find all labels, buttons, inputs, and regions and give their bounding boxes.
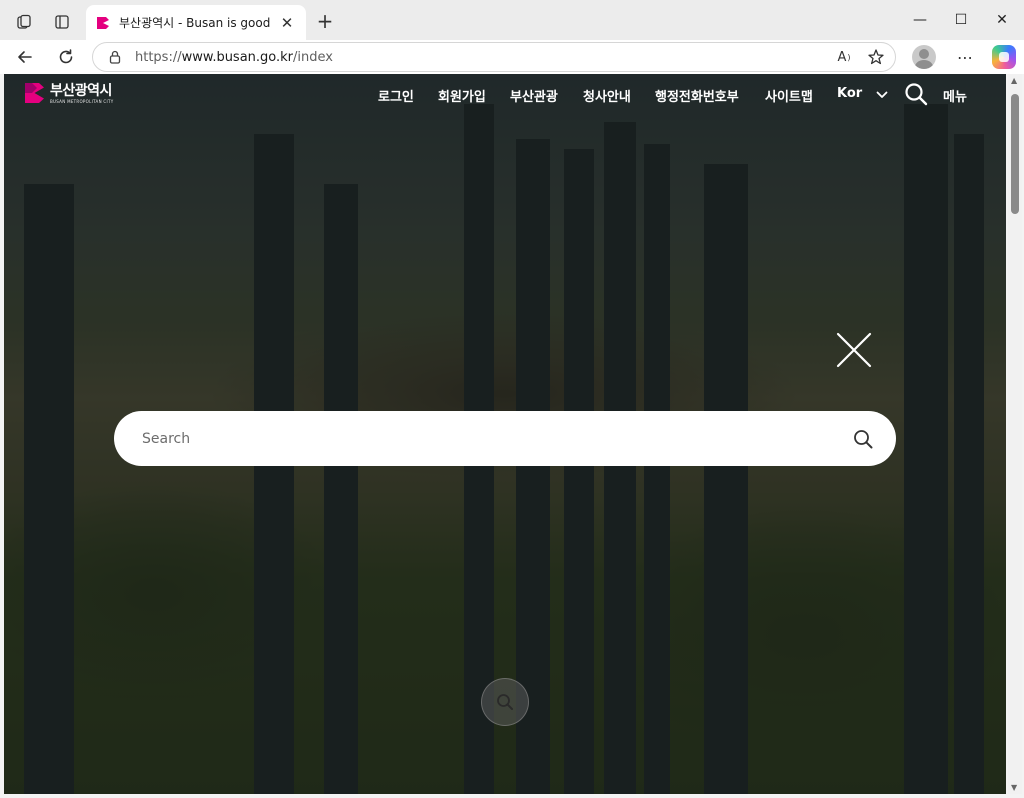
browser-tab-strip: 부산광역시 - Busan is good ✕ + — ☐ ✕ [0, 0, 1024, 40]
floating-search-button[interactable] [481, 678, 529, 726]
chevron-down-icon[interactable] [875, 88, 889, 102]
refresh-icon[interactable] [52, 43, 80, 71]
search-icon[interactable] [904, 82, 928, 106]
workspaces-icon[interactable] [10, 8, 38, 36]
maximize-button[interactable]: ☐ [941, 6, 981, 34]
browser-tab-active[interactable]: 부산광역시 - Busan is good ✕ [86, 5, 306, 40]
language-select[interactable]: Kor [837, 86, 862, 101]
page-viewport: 부산광역시 BUSAN METROPOLITAN CITY 로그인 회원가입 부… [4, 74, 1006, 794]
lock-icon[interactable] [107, 49, 123, 65]
profile-avatar-icon[interactable] [912, 45, 936, 69]
search-icon [497, 694, 513, 710]
search-input[interactable] [142, 430, 852, 447]
scroll-up-icon[interactable]: ▲ [1011, 76, 1017, 85]
search-submit-icon[interactable] [852, 428, 874, 450]
tab-actions-icon[interactable] [48, 8, 76, 36]
logo-name-ko: 부산광역시 [50, 82, 112, 99]
scrollbar-thumb[interactable] [1011, 94, 1019, 214]
nav-busan-tourism[interactable]: 부산관광 [510, 86, 558, 105]
url-text[interactable]: https://www.busan.go.kr/index [135, 50, 831, 65]
address-bar[interactable]: https://www.busan.go.kr/index A) [92, 42, 896, 72]
minimize-button[interactable]: — [900, 6, 940, 34]
more-options-icon[interactable]: ⋯ [951, 43, 979, 71]
new-tab-button[interactable]: + [312, 8, 338, 34]
search-bar [114, 411, 896, 466]
tab-title: 부산광역시 - Busan is good [119, 16, 271, 30]
read-aloud-icon[interactable]: A) [831, 44, 857, 70]
close-icon[interactable] [836, 332, 872, 368]
site-logo[interactable]: 부산광역시 BUSAN METROPOLITAN CITY [24, 82, 114, 104]
browser-toolbar: https://www.busan.go.kr/index A) ⋯ [0, 40, 1024, 74]
favorite-star-icon[interactable] [863, 44, 889, 70]
nav-sitemap[interactable]: 사이트맵 [765, 86, 813, 105]
busan-logo-icon [25, 83, 44, 103]
logo-name-en: BUSAN METROPOLITAN CITY [50, 98, 114, 104]
busan-logo-icon [97, 16, 109, 29]
scroll-down-icon[interactable]: ▼ [1011, 783, 1017, 792]
tab-close-icon[interactable]: ✕ [278, 14, 296, 32]
window-close-button[interactable]: ✕ [982, 6, 1022, 34]
page-scrollbar[interactable]: ▲ ▼ [1008, 74, 1022, 794]
menu-button[interactable]: 메뉴 [943, 86, 967, 105]
nav-signup[interactable]: 회원가입 [438, 86, 486, 105]
nav-phone-directory[interactable]: 행정전화번호부 [655, 86, 739, 105]
copilot-icon[interactable] [992, 45, 1016, 69]
nav-office-guide[interactable]: 청사안내 [583, 86, 631, 105]
back-icon[interactable] [11, 43, 39, 71]
nav-login[interactable]: 로그인 [378, 86, 414, 105]
